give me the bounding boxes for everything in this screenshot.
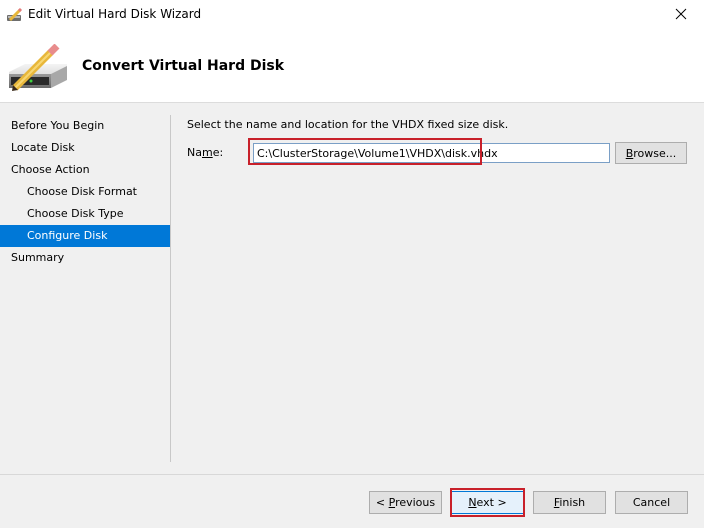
nav-item-configure-disk[interactable]: Configure Disk: [0, 225, 170, 247]
finish-button[interactable]: Finish: [533, 491, 606, 514]
nav-item-summary[interactable]: Summary: [0, 247, 170, 269]
previous-button[interactable]: < Previous: [369, 491, 442, 514]
name-input[interactable]: [253, 143, 610, 163]
hard-disk-pencil-icon: [7, 7, 23, 22]
name-row: Name: Browse...: [187, 138, 687, 165]
cancel-button[interactable]: Cancel: [615, 491, 688, 514]
wizard-steps-nav: Before You Begin Locate Disk Choose Acti…: [0, 115, 170, 269]
nav-item-before-you-begin[interactable]: Before You Begin: [0, 115, 170, 137]
nav-item-choose-action[interactable]: Choose Action: [0, 159, 170, 181]
nav-item-locate-disk[interactable]: Locate Disk: [0, 137, 170, 159]
title-bar: Edit Virtual Hard Disk Wizard: [0, 0, 704, 30]
hard-disk-pencil-icon: [5, 43, 67, 92]
window-title: Edit Virtual Hard Disk Wizard: [28, 7, 202, 21]
close-icon: [675, 8, 687, 23]
name-label: Name:: [187, 146, 224, 159]
wizard-window: Edit Virtual Hard Disk Wizard Convert Vi…: [0, 0, 704, 528]
nav-item-choose-disk-type[interactable]: Choose Disk Type: [0, 203, 170, 225]
page-title: Convert Virtual Hard Disk: [82, 58, 285, 74]
nav-divider: [170, 115, 171, 462]
content-panel: Select the name and location for the VHD…: [187, 118, 704, 165]
instruction-text: Select the name and location for the VHD…: [187, 118, 509, 131]
nav-item-choose-disk-format[interactable]: Choose Disk Format: [0, 181, 170, 203]
wizard-header: Convert Virtual Hard Disk: [0, 30, 704, 103]
next-button[interactable]: Next >: [451, 491, 524, 514]
browse-button[interactable]: Browse...: [615, 142, 687, 164]
footer-divider: [0, 474, 704, 475]
close-button[interactable]: [658, 0, 704, 30]
